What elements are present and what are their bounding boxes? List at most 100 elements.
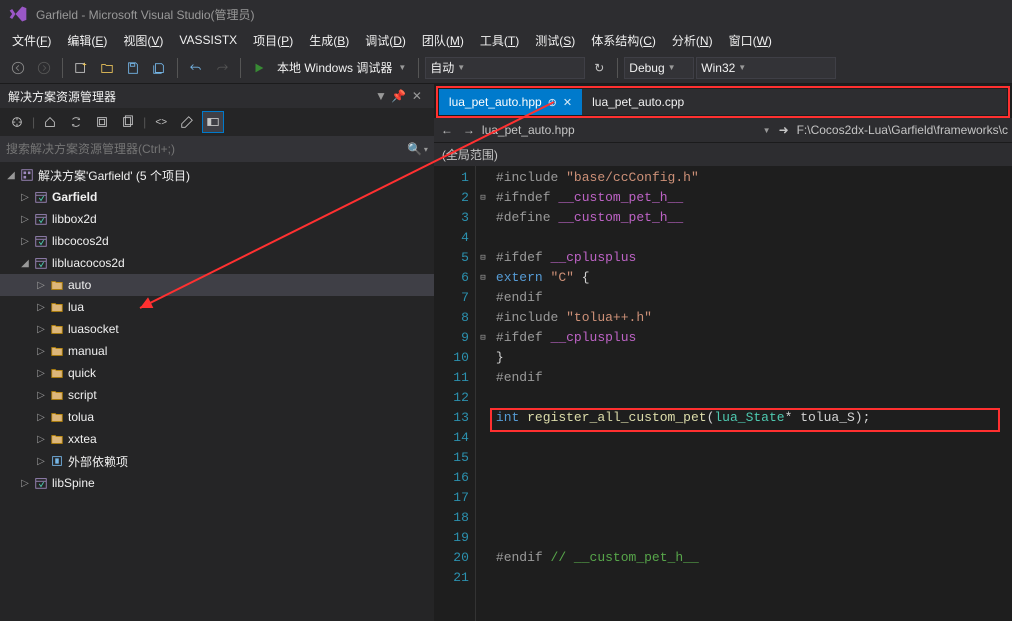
code-line[interactable] — [496, 568, 1012, 588]
code-line[interactable]: #ifdef __cplusplus — [496, 248, 1012, 268]
save-all-icon[interactable] — [147, 56, 171, 80]
save-icon[interactable] — [121, 56, 145, 80]
home2-icon[interactable] — [39, 111, 61, 133]
nav-file[interactable]: lua_pet_auto.hpp — [482, 123, 575, 137]
tree-item[interactable]: ▷外部依赖项 — [0, 450, 434, 472]
code-line[interactable] — [496, 448, 1012, 468]
code-line[interactable] — [496, 488, 1012, 508]
menu-item[interactable]: 工具(T) — [472, 29, 527, 52]
preview-icon[interactable] — [202, 111, 224, 133]
home-icon[interactable] — [6, 111, 28, 133]
tree-item[interactable]: ▷libbox2d — [0, 208, 434, 230]
folder-icon — [48, 276, 66, 294]
editor-tab[interactable]: lua_pet_auto.hpp⊕✕ — [439, 89, 582, 115]
code-line[interactable] — [496, 468, 1012, 488]
nav-path[interactable]: F:\Cocos2dx-Lua\Garfield\frameworks\c — [797, 123, 1008, 137]
panel-dropdown-icon[interactable]: ▼ — [372, 87, 390, 105]
start-debug-button[interactable] — [247, 56, 271, 80]
scope-bar[interactable]: (全局范围) — [434, 142, 1012, 166]
code-line[interactable]: #endif — [496, 288, 1012, 308]
ref-icon — [48, 452, 66, 470]
code-line[interactable] — [496, 428, 1012, 448]
nav-back-icon[interactable] — [6, 56, 30, 80]
sync-icon[interactable] — [65, 111, 87, 133]
undo-icon[interactable] — [184, 56, 208, 80]
code-line[interactable] — [496, 388, 1012, 408]
open-file-icon[interactable] — [95, 56, 119, 80]
menu-item[interactable]: 测试(S) — [527, 29, 583, 52]
title-bar: Garfield - Microsoft Visual Studio(管理员) — [0, 0, 1012, 28]
new-project-icon[interactable] — [69, 56, 93, 80]
tree-item[interactable]: ▷lua — [0, 296, 434, 318]
code-icon[interactable]: <> — [150, 111, 172, 133]
search-icon[interactable]: 🔍 — [405, 142, 424, 156]
platform-dropdown[interactable]: Win32▼ — [696, 57, 836, 79]
tree-item[interactable]: ▷libcocos2d — [0, 230, 434, 252]
code-line[interactable] — [496, 228, 1012, 248]
menu-item[interactable]: 项目(P) — [245, 29, 301, 52]
pin-icon[interactable]: ⊕ — [548, 96, 557, 109]
code-line[interactable]: #include "tolua++.h" — [496, 308, 1012, 328]
dropdown-arrow-icon[interactable]: ▼ — [398, 63, 412, 72]
tree-item[interactable]: ▷tolua — [0, 406, 434, 428]
tree-item[interactable]: ▷manual — [0, 340, 434, 362]
vs-logo-icon — [8, 4, 28, 24]
code-line[interactable]: #define __custom_pet_h__ — [496, 208, 1012, 228]
tree-item[interactable]: ▷libSpine — [0, 472, 434, 494]
close-icon[interactable]: ✕ — [408, 87, 426, 105]
code-line[interactable]: #ifndef __custom_pet_h__ — [496, 188, 1012, 208]
solution-root[interactable]: ◢ 解决方案'Garfield' (5 个项目) — [0, 164, 434, 186]
code-line[interactable]: #endif — [496, 368, 1012, 388]
menu-item[interactable]: 调试(D) — [357, 29, 414, 52]
tree-item[interactable]: ▷Garfield — [0, 186, 434, 208]
collapse-icon[interactable] — [91, 111, 113, 133]
nav-right-icon[interactable]: → — [460, 121, 478, 139]
config-dropdown[interactable]: Debug▼ — [624, 57, 694, 79]
code-line[interactable]: #include "base/ccConfig.h" — [496, 168, 1012, 188]
menu-item[interactable]: 体系结构(C) — [583, 29, 664, 52]
solution-explorer-panel: 解决方案资源管理器 ▼ 📌 ✕ | | <> 🔍 ▾ ◢ — [0, 84, 434, 621]
code-editor[interactable]: 123456789101112131415161718192021 ⊟⊟⊟⊟ #… — [434, 166, 1012, 621]
menu-item[interactable]: 分析(N) — [664, 29, 721, 52]
tree-item[interactable]: ▷xxtea — [0, 428, 434, 450]
code-line[interactable]: #ifdef __cplusplus — [496, 328, 1012, 348]
code-line[interactable] — [496, 528, 1012, 548]
nav-fwd-icon[interactable] — [32, 56, 56, 80]
menu-item[interactable]: 编辑(E) — [59, 29, 115, 52]
tree-item[interactable]: ▷script — [0, 384, 434, 406]
menu-item[interactable]: 窗口(W) — [721, 29, 780, 52]
menu-item[interactable]: 视图(V) — [115, 29, 171, 52]
tree-item[interactable]: ▷luasocket — [0, 318, 434, 340]
search-dropdown-icon[interactable]: ▾ — [424, 145, 428, 154]
properties-icon[interactable] — [176, 111, 198, 133]
debug-target[interactable]: 本地 Windows 调试器 — [273, 59, 396, 76]
code-line[interactable]: extern "C" { — [496, 268, 1012, 288]
close-icon[interactable]: ✕ — [563, 96, 572, 109]
redo-icon[interactable] — [210, 56, 234, 80]
code-line[interactable] — [496, 508, 1012, 528]
menu-item[interactable]: 文件(F) — [4, 29, 59, 52]
menu-item[interactable]: 生成(B) — [301, 29, 357, 52]
menu-item[interactable]: 团队(M) — [414, 29, 472, 52]
menu-item[interactable]: VASSISTX — [171, 30, 245, 50]
editor-tab[interactable]: lua_pet_auto.cpp — [582, 89, 694, 115]
folder-icon — [48, 342, 66, 360]
fold-column[interactable]: ⊟⊟⊟⊟ — [476, 166, 490, 621]
nav-left-icon[interactable]: ← — [438, 121, 456, 139]
tree-item[interactable]: ▷auto — [0, 274, 434, 296]
tree-item[interactable]: ▷quick — [0, 362, 434, 384]
tree-item[interactable]: ◢libluacocos2d — [0, 252, 434, 274]
nav-goto-icon[interactable]: ➜ — [775, 121, 793, 139]
pin-icon[interactable]: 📌 — [390, 87, 408, 105]
search-input[interactable] — [6, 142, 405, 156]
show-all-icon[interactable] — [117, 111, 139, 133]
proj-icon — [32, 474, 50, 492]
refresh-icon[interactable]: ↻ — [587, 56, 611, 80]
code-source[interactable]: #include "base/ccConfig.h"#ifndef __cust… — [490, 166, 1012, 621]
folder-icon — [48, 386, 66, 404]
code-line[interactable]: } — [496, 348, 1012, 368]
code-line[interactable]: #endif // __custom_pet_h__ — [496, 548, 1012, 568]
code-line[interactable]: int register_all_custom_pet(lua_State* t… — [496, 408, 1012, 428]
proj-icon — [32, 210, 50, 228]
solution-config-dropdown[interactable]: 自动▼ — [425, 57, 585, 79]
